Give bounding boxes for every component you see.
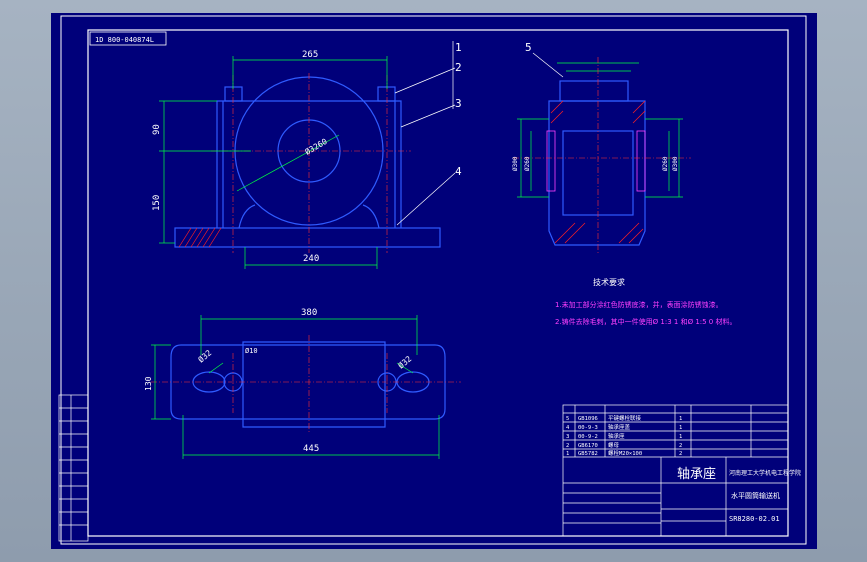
tech-title: 技术要求 bbox=[593, 277, 625, 287]
part-number-2: 2 bbox=[455, 61, 462, 74]
bom-row: 3 00-9-2 轴承座 1 bbox=[566, 432, 682, 440]
svg-text:1: 1 bbox=[566, 451, 569, 457]
svg-text:轴承座: 轴承座 bbox=[608, 432, 625, 440]
svg-text:2: 2 bbox=[679, 443, 682, 449]
code-box-text: 1D 800-040874L bbox=[95, 36, 154, 44]
part-name: 轴承座 bbox=[677, 467, 716, 482]
title-block: 5 GB1096 平键螺栓联接 1 4 00-9-3 轴承座盖 1 3 00-9… bbox=[562, 404, 801, 537]
assembly-name: 水平圆筒输送机 bbox=[731, 491, 780, 500]
side-cap bbox=[559, 80, 629, 102]
svg-text:GB6170: GB6170 bbox=[578, 443, 598, 449]
plan-hole-label-left: Ø32 bbox=[196, 347, 214, 364]
plan-hole-label-right: Ø32 bbox=[396, 353, 414, 370]
bom-table: 5 GB1096 平键螺栓联接 1 4 00-9-3 轴承座盖 1 3 00-9… bbox=[566, 414, 682, 457]
plan-view: 380 445 130 Ø32 Ø32 Ø10 bbox=[144, 308, 461, 459]
tech-requirements: 技术要求 1.未加工部分涂红色防锈底漆，并，表面涂防锈蚀漆。 2.铸件去除毛刺，… bbox=[555, 277, 737, 326]
tech-line-1: 1.未加工部分涂红色防锈底漆，并，表面涂防锈蚀漆。 bbox=[555, 300, 723, 309]
drawing-sheet: 1D 800-040874L 265 90 150 240 Ø3260 1 2 … bbox=[51, 13, 817, 549]
side-dim-right-inner: Ø260 bbox=[662, 156, 669, 171]
front-view: 265 90 150 240 Ø3260 1 2 3 4 bbox=[152, 41, 462, 269]
front-dimension-lines bbox=[159, 56, 388, 269]
svg-text:00-9-3: 00-9-3 bbox=[578, 425, 598, 431]
part-number-3: 3 bbox=[455, 97, 462, 110]
dim-plan-width: 130 bbox=[144, 376, 153, 391]
svg-text:1: 1 bbox=[679, 434, 682, 440]
tech-line-2: 2.铸件去除毛刺，其中一件使用Ø 1:3 1 和Ø 1:5 0 材料。 bbox=[555, 317, 737, 326]
svg-text:1: 1 bbox=[679, 416, 682, 422]
svg-text:00-9-2: 00-9-2 bbox=[578, 434, 598, 440]
outer-frame bbox=[60, 15, 807, 545]
part-number-4: 4 bbox=[455, 165, 462, 178]
svg-text:3: 3 bbox=[566, 434, 569, 440]
dim-top-width: 265 bbox=[302, 50, 318, 60]
side-dimension-lines bbox=[517, 62, 683, 198]
base-hatch bbox=[178, 227, 222, 248]
side-centerlines bbox=[513, 57, 691, 253]
plan-dimension-lines bbox=[151, 315, 440, 459]
svg-text:螺母: 螺母 bbox=[608, 441, 620, 449]
bom-row: 5 GB1096 平键螺栓联接 1 bbox=[566, 414, 682, 422]
bom-row: 1 GB5782 螺栓M20×100 2 bbox=[566, 449, 682, 457]
bom-row: 4 00-9-3 轴承座盖 1 bbox=[566, 423, 682, 431]
side-view: Ø300 Ø260 Ø300 Ø260 5 bbox=[512, 41, 691, 253]
front-leaders bbox=[394, 41, 456, 226]
plan-centerlines bbox=[151, 335, 461, 433]
plan-housing-outline bbox=[242, 341, 386, 428]
dim-height-lower: 150 bbox=[152, 195, 162, 211]
dim-bolt-span: 380 bbox=[301, 308, 317, 318]
svg-text:平键螺栓联接: 平键螺栓联接 bbox=[608, 414, 642, 422]
side-dim-left-inner: Ø260 bbox=[524, 156, 531, 171]
svg-text:4: 4 bbox=[566, 425, 570, 431]
dim-overall-length: 445 bbox=[303, 444, 319, 454]
cad-drawing: 1D 800-040874L 265 90 150 240 Ø3260 1 2 … bbox=[58, 15, 807, 545]
svg-text:GB1096: GB1096 bbox=[578, 416, 598, 422]
bore-label: Ø3260 bbox=[303, 136, 329, 157]
svg-text:1: 1 bbox=[679, 425, 682, 431]
svg-text:GB5782: GB5782 bbox=[578, 451, 598, 457]
drawing-number: SR8280-02.01 bbox=[729, 515, 780, 523]
side-dim-left-outer: Ø300 bbox=[512, 156, 519, 171]
side-dim-right-outer: Ø300 bbox=[672, 156, 679, 171]
dim-height-upper: 90 bbox=[152, 124, 162, 135]
part-number-5: 5 bbox=[525, 41, 532, 54]
part-number-1: 1 bbox=[455, 41, 462, 54]
left-margin-tabs bbox=[58, 394, 89, 542]
svg-text:2: 2 bbox=[566, 443, 569, 449]
inner-frame bbox=[87, 29, 789, 537]
school-name: 河南理工大学机电工程学院 bbox=[729, 469, 801, 477]
svg-text:轴承座盖: 轴承座盖 bbox=[608, 423, 631, 431]
svg-text:2: 2 bbox=[679, 451, 682, 457]
svg-text:螺栓M20×100: 螺栓M20×100 bbox=[608, 449, 642, 457]
bom-row: 2 GB6170 螺母 2 bbox=[566, 441, 682, 449]
side-seals bbox=[546, 130, 646, 192]
front-centerlines bbox=[211, 73, 411, 253]
right-bolt-head bbox=[377, 86, 396, 102]
plan-label-top: Ø10 bbox=[245, 347, 258, 355]
dim-base-width: 240 bbox=[303, 254, 319, 264]
side-leader bbox=[532, 52, 564, 78]
svg-text:5: 5 bbox=[566, 416, 569, 422]
left-bolt-head bbox=[224, 86, 243, 102]
